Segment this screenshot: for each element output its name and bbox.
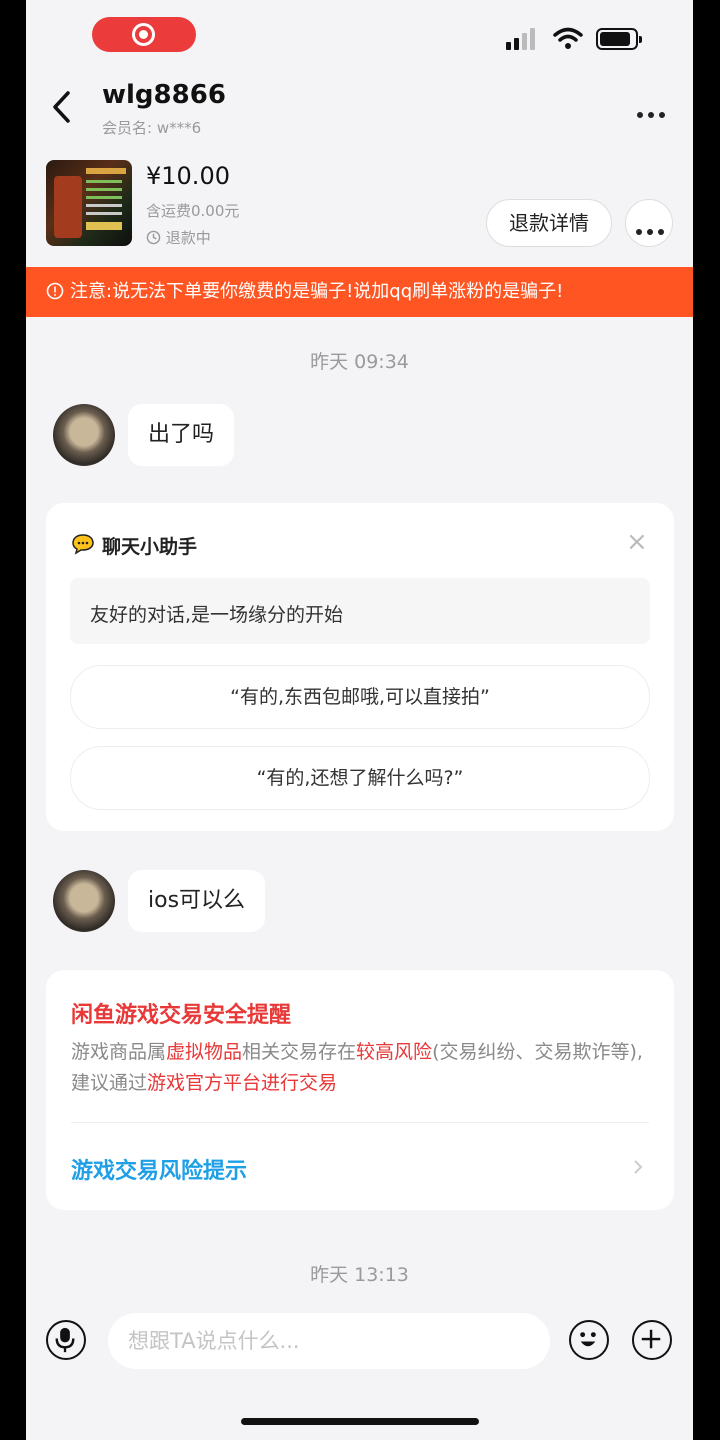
- record-icon: [132, 23, 155, 46]
- message-bubble[interactable]: ios可以么: [128, 870, 266, 932]
- product-thumbnail[interactable]: [46, 160, 132, 246]
- battery-icon: [596, 28, 642, 50]
- assistant-greeting: 友好的对话,是一场缘分的开始: [70, 578, 650, 644]
- emoji-icon[interactable]: [569, 1320, 609, 1360]
- message-bubble[interactable]: 出了吗: [128, 404, 235, 466]
- divider: [71, 1122, 649, 1123]
- close-icon[interactable]: ×: [626, 527, 648, 557]
- warning-text: 注意:说无法下单要你缴费的是骗子!说加qq刷单涨粉的是骗子!: [70, 281, 564, 302]
- chat-bubble-icon: [72, 534, 94, 555]
- chat-assistant-card: 聊天小助手 × 友好的对话,是一场缘分的开始 “有的,东西包邮哦,可以直接拍” …: [46, 503, 674, 831]
- signal-icon: [506, 28, 542, 50]
- more-dots-icon: [632, 220, 672, 239]
- voice-input-icon[interactable]: [46, 1320, 86, 1360]
- scam-warning-banner: 注意:说无法下单要你缴费的是骗子!说加qq刷单涨粉的是骗子!: [26, 267, 693, 317]
- greeting-text: 友好的对话,是一场缘分的开始: [90, 604, 344, 626]
- shipping-fee: 含运费0.00元: [146, 202, 240, 220]
- back-arrow-icon[interactable]: [50, 90, 72, 124]
- avatar[interactable]: [53, 870, 115, 932]
- screen-recording-indicator[interactable]: [92, 17, 196, 52]
- order-status-text: 退款中: [165, 229, 211, 247]
- chevron-right-icon[interactable]: [632, 1158, 644, 1176]
- more-menu-icon[interactable]: [637, 103, 670, 122]
- wifi-icon: [553, 27, 583, 49]
- safety-title: 闲鱼游戏交易安全提醒: [71, 1003, 292, 1028]
- product-more-button[interactable]: [625, 199, 673, 247]
- avatar[interactable]: [53, 404, 115, 466]
- chat-screen: wlg8866 会员名: w***6 ¥10.00 含运费0.00元 退款中 退…: [26, 0, 693, 1440]
- add-attachment-icon[interactable]: [632, 1320, 672, 1360]
- suggested-reply[interactable]: “有的,东西包邮哦,可以直接拍”: [70, 665, 650, 729]
- safety-body: 游戏商品属虚拟物品相关交易存在较高风险(交易纠纷、交易欺诈等),建议通过游戏官方…: [71, 1041, 643, 1094]
- clock-icon: [146, 230, 161, 245]
- order-status: 退款中: [146, 227, 211, 248]
- product-price: ¥10.00: [146, 162, 230, 190]
- suggested-reply[interactable]: “有的,还想了解什么吗?”: [70, 746, 650, 810]
- smiley-face-icon: [580, 1332, 596, 1347]
- member-name: 会员名: w***6: [102, 119, 202, 137]
- risk-tips-link[interactable]: 游戏交易风险提示: [71, 1153, 247, 1185]
- timestamp: 昨天 09:34: [310, 351, 409, 373]
- game-safety-card: 闲鱼游戏交易安全提醒 游戏商品属虚拟物品相关交易存在较高风险(交易纠纷、交易欺诈…: [46, 970, 674, 1210]
- alert-icon: [46, 282, 64, 300]
- microphone-icon: [55, 1327, 75, 1353]
- assistant-title: 聊天小助手: [102, 536, 198, 558]
- plus-icon: [641, 1329, 661, 1349]
- timestamp: 昨天 13:13: [310, 1264, 409, 1286]
- refund-details-button[interactable]: 退款详情: [486, 199, 612, 247]
- message-input[interactable]: [108, 1313, 550, 1369]
- contact-name: wlg8866: [102, 80, 226, 110]
- home-indicator[interactable]: [241, 1418, 479, 1425]
